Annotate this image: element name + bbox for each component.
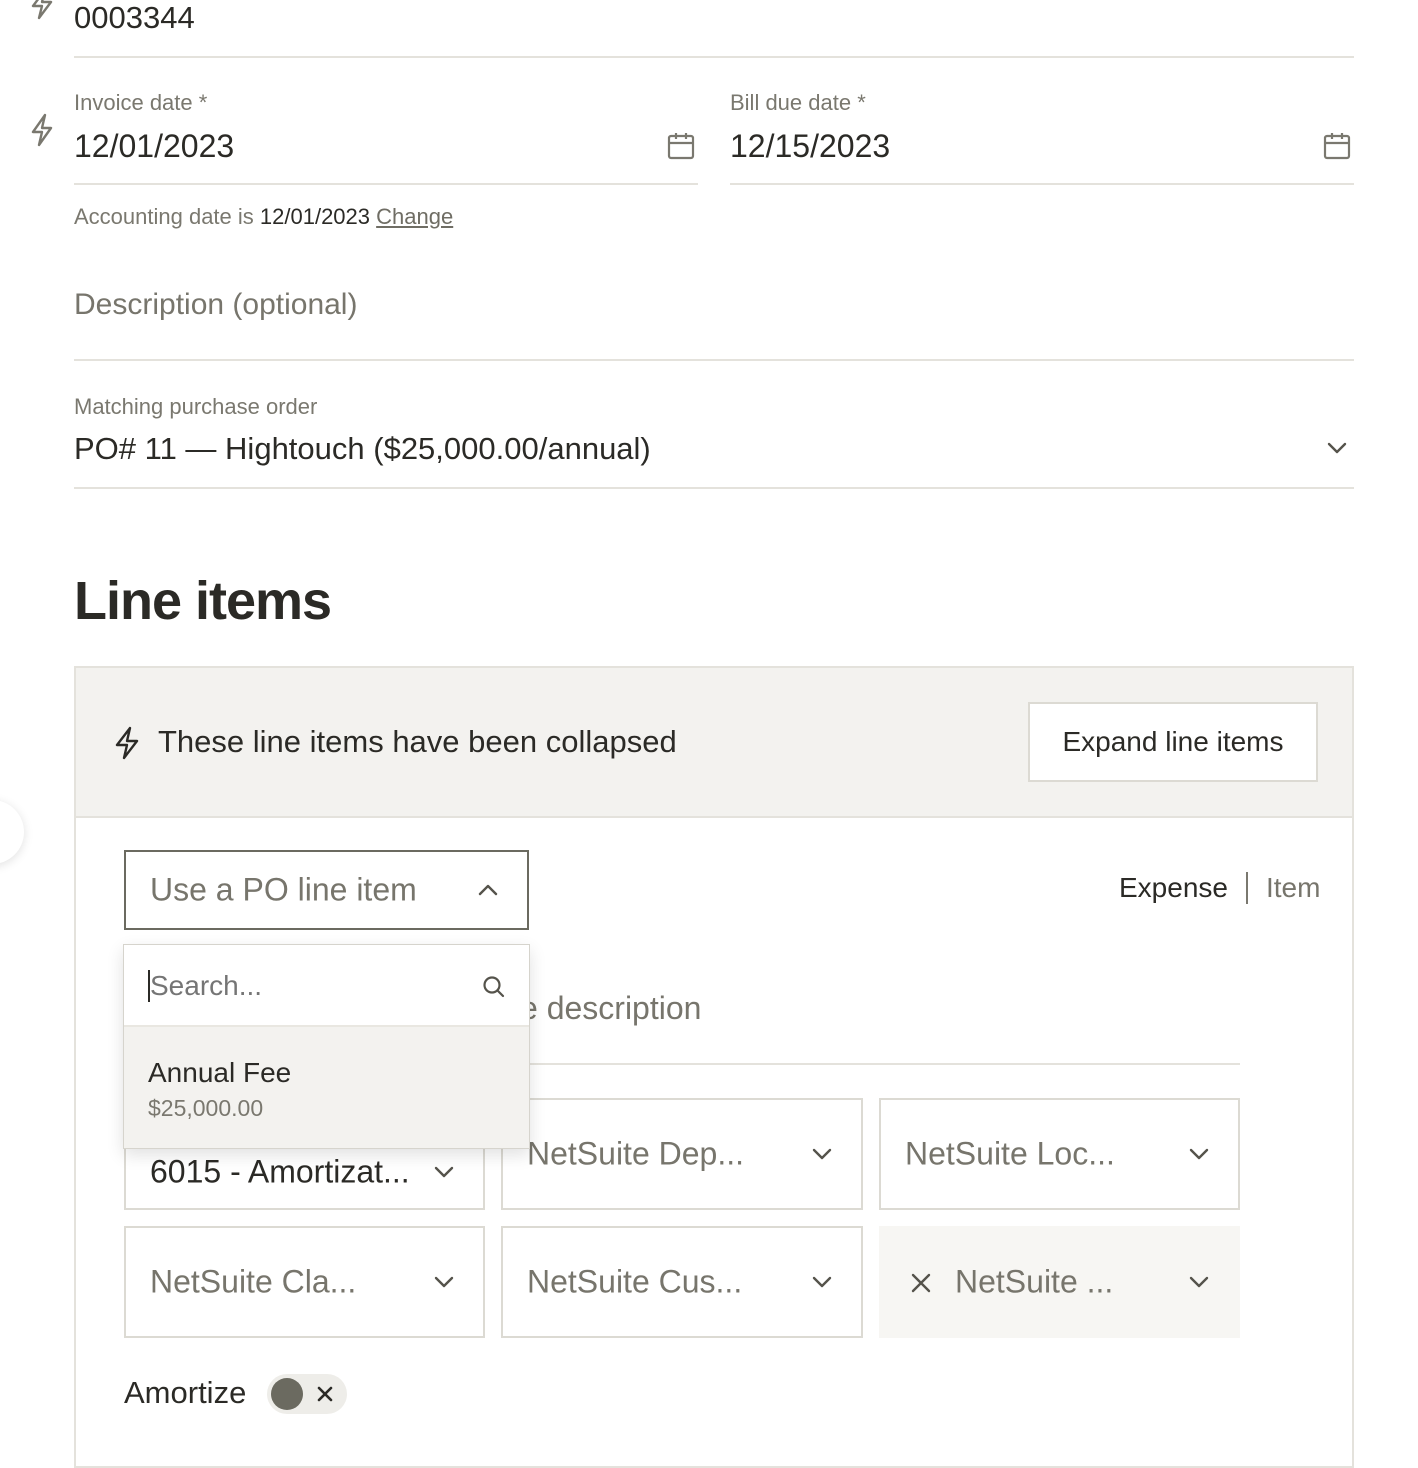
accounting-date-prefix: Accounting date is [74, 204, 254, 229]
collapsed-notice-text: These line items have been collapsed [158, 724, 677, 759]
chevron-down-icon [433, 1274, 455, 1290]
chevron-down-icon [433, 1164, 455, 1180]
search-icon [482, 975, 506, 999]
other-select-value: NetSuite ... [955, 1263, 1114, 1300]
customer-select-value: NetSuite Cus... [527, 1263, 743, 1300]
side-handle[interactable] [0, 800, 24, 864]
bill-due-date-underline [730, 183, 1354, 185]
po-line-item-placeholder: Use a PO line item [150, 871, 417, 908]
po-line-item-dropdown: Annual Fee $25,000.00 [123, 944, 530, 1149]
chevron-down-icon [1188, 1274, 1210, 1290]
option-amount: $25,000.00 [148, 1095, 264, 1121]
description-input[interactable]: Description (optional) [74, 288, 357, 322]
invoice-number-value[interactable]: 0003344 [74, 0, 195, 36]
invoice-date-field[interactable]: 12/01/2023 [74, 128, 234, 165]
location-select-value: NetSuite Loc... [905, 1135, 1115, 1172]
autofill-bolt-icon [28, 0, 56, 20]
account-select-value: 6015 - Amortizat... [150, 1153, 410, 1190]
tab-item[interactable]: Item [1266, 872, 1320, 904]
amortize-label: Amortize [124, 1375, 247, 1410]
department-select-value: NetSuite Dep... [527, 1135, 744, 1172]
line-description-input[interactable]: e description [520, 990, 701, 1027]
change-accounting-date-link[interactable]: Change [376, 204, 453, 229]
chevron-down-icon [1188, 1146, 1210, 1162]
calendar-icon[interactable] [666, 131, 696, 161]
clear-x-icon[interactable] [909, 1271, 933, 1295]
chevron-up-icon [477, 882, 499, 898]
purchase-order-underline [74, 487, 1354, 489]
autofill-bolt-icon [28, 113, 56, 147]
calendar-icon[interactable] [1322, 131, 1352, 161]
chevron-down-icon[interactable] [1326, 440, 1348, 456]
accounting-date-value: 12/01/2023 [259, 204, 371, 229]
po-line-item-select[interactable]: Use a PO line item [124, 850, 529, 930]
toggle-off-x-icon [317, 1386, 333, 1402]
line-item-type-toggle: Expense Item [1119, 872, 1320, 904]
purchase-order-label: Matching purchase order [74, 394, 318, 419]
line-items-title: Line items [74, 571, 332, 631]
invoice-number-underline [74, 56, 1354, 58]
chevron-down-icon [811, 1146, 833, 1162]
invoice-date-label: Invoice date * [74, 90, 208, 115]
tab-expense[interactable]: Expense [1119, 872, 1228, 904]
accounting-date-note: Accounting date is 12/01/2023 Change [74, 204, 453, 230]
chevron-down-icon [811, 1274, 833, 1290]
collapsed-notice-banner: These line items have been collapsed Exp… [76, 668, 1352, 818]
expand-line-items-button[interactable]: Expand line items [1028, 702, 1318, 782]
netsuite-other-select[interactable]: NetSuite ... [879, 1226, 1240, 1338]
dropdown-search-row [124, 945, 529, 1027]
netsuite-class-select[interactable]: NetSuite Cla... [124, 1226, 485, 1338]
purchase-order-select[interactable]: PO# 11 — Hightouch ($25,000.00/annual) [74, 431, 651, 467]
class-select-value: NetSuite Cla... [150, 1263, 357, 1300]
dropdown-search-input[interactable] [148, 963, 462, 1009]
netsuite-department-select[interactable]: NetSuite Dep... [501, 1098, 863, 1210]
bill-due-date-field[interactable]: 12/15/2023 [730, 128, 890, 165]
tab-divider [1245, 872, 1248, 904]
bolt-icon [112, 726, 142, 760]
bill-due-date-label: Bill due date * [730, 90, 866, 115]
option-name: Annual Fee [148, 1057, 292, 1088]
dropdown-option[interactable]: Annual Fee $25,000.00 [124, 1027, 529, 1148]
toggle-knob [271, 1378, 303, 1410]
invoice-date-underline [74, 183, 698, 185]
netsuite-location-select[interactable]: NetSuite Loc... [879, 1098, 1240, 1210]
netsuite-customer-select[interactable]: NetSuite Cus... [501, 1226, 863, 1338]
description-underline [74, 359, 1354, 361]
amortize-toggle[interactable] [267, 1374, 347, 1414]
